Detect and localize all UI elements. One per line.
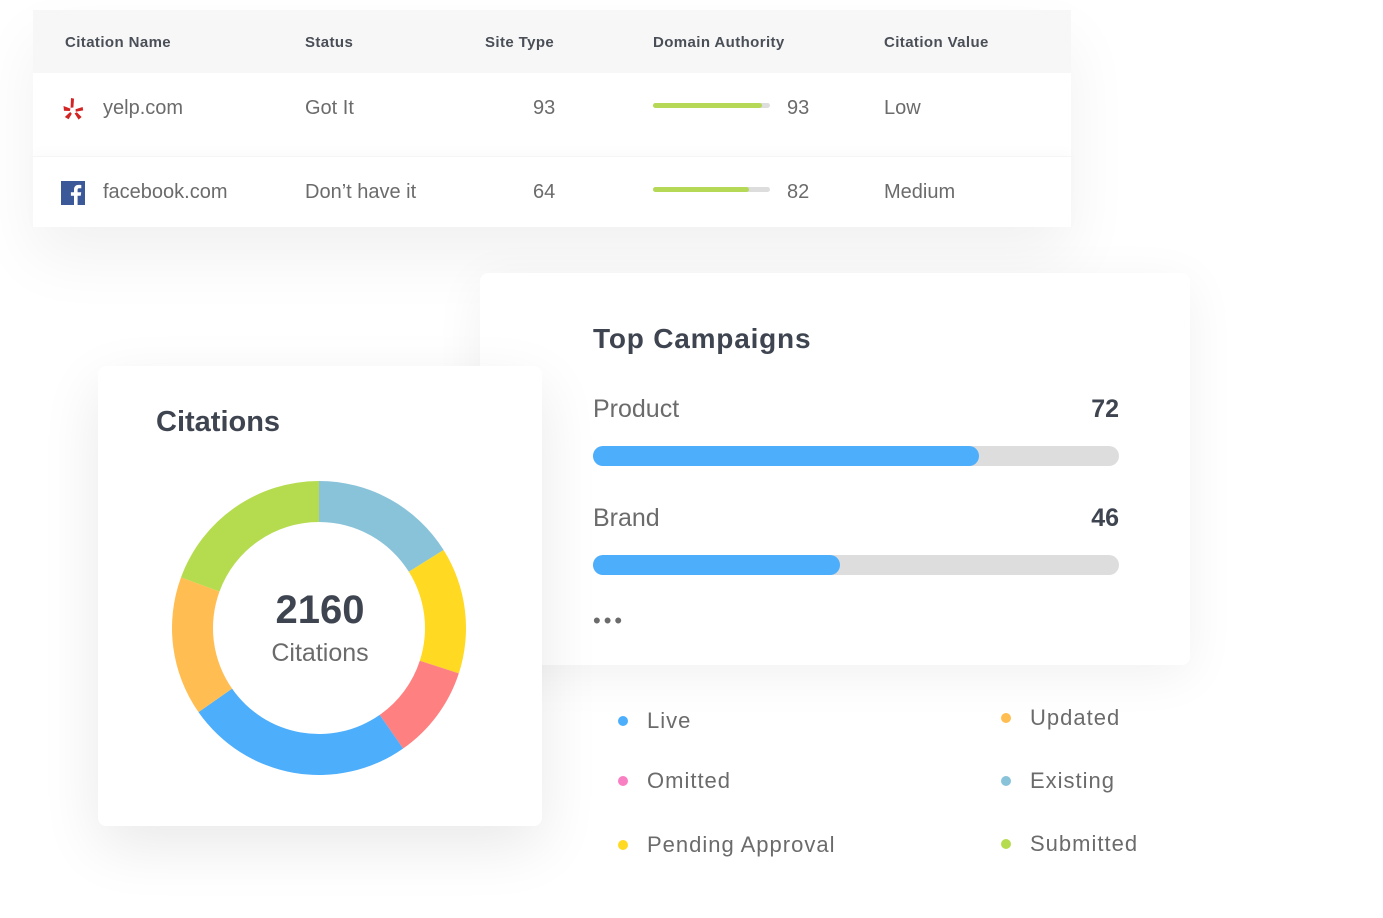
table-header: Citation Name Status Site Type Domain Au… [33,10,1071,73]
citations-title: Citations [156,406,281,438]
top-campaigns-card: Top Campaigns Product 72 Brand 46 ••• [480,273,1190,665]
citations-subtitle: Citations [271,639,369,667]
campaign-label: Product [593,395,680,423]
legend-dot-icon [1001,839,1011,849]
citation-name[interactable]: facebook.com [103,181,228,204]
header-citation-value[interactable]: Citation Value [884,34,989,51]
top-campaigns-title: Top Campaigns [593,323,812,354]
domain-authority-fill [653,187,749,192]
citations-table: Citation Name Status Site Type Domain Au… [33,10,1071,227]
legend-item-pending-approval: Pending Approval [618,832,836,858]
legend-item-submitted: Submitted [1001,831,1139,857]
header-status[interactable]: Status [305,34,353,51]
donut-segment-existing [319,481,444,572]
campaign-progress-fill [593,446,980,466]
domain-authority-value: 82 [787,181,810,203]
legend-dot-icon [618,776,628,786]
legend-item-live: Live [618,708,692,734]
status: Don’t have it [305,181,417,203]
more-campaigns-icon[interactable]: ••• [593,610,625,632]
legend-item-omitted: Omitted [618,768,732,794]
domain-authority-value: 93 [787,97,810,119]
legend-label: Live [647,708,692,733]
site-type: 93 [533,97,556,119]
legend-dot-icon [618,716,628,726]
header-citation-name[interactable]: Citation Name [65,34,171,51]
legend-item-updated: Updated [1001,705,1121,731]
citations-card: Citations 2160 Citations [98,366,542,826]
legend-label: Existing [1030,768,1116,793]
legend-dot-icon [618,840,628,850]
citation-value: Low [884,97,921,119]
header-domain-authority[interactable]: Domain Authority [653,34,785,51]
table-row[interactable]: yelp.com Got It 93 93 Low [33,73,1071,150]
campaign-progress-bar [593,555,1119,575]
legend-label: Omitted [647,768,732,793]
campaign-label: Brand [593,504,660,532]
legend-dot-icon [1001,776,1011,786]
campaign-progress-fill [593,555,840,575]
legend-label: Submitted [1030,831,1139,856]
table-row[interactable]: facebook.com Don’t have it 64 82 Medium [33,156,1071,234]
donut-segment-live [198,688,404,775]
status: Got It [305,97,354,119]
campaign-value: 46 [1091,504,1119,532]
yelp-icon [63,98,84,120]
legend-label: Pending Approval [647,832,836,857]
domain-authority-fill [653,103,762,108]
campaign-value: 72 [1091,395,1119,423]
citation-value: Medium [884,181,956,203]
domain-authority-bar [653,187,770,192]
header-site-type[interactable]: Site Type [485,34,554,51]
site-type: 64 [533,181,556,203]
campaign-progress-bar [593,446,1119,466]
legend-label: Updated [1030,705,1121,730]
donut-segment-submitted [181,481,319,592]
legend-item-existing: Existing [1001,768,1116,794]
domain-authority-bar [653,103,770,108]
facebook-icon [61,181,85,205]
citations-total: 2160 [275,588,365,632]
citation-name[interactable]: yelp.com [103,97,183,120]
legend-dot-icon [1001,713,1011,723]
